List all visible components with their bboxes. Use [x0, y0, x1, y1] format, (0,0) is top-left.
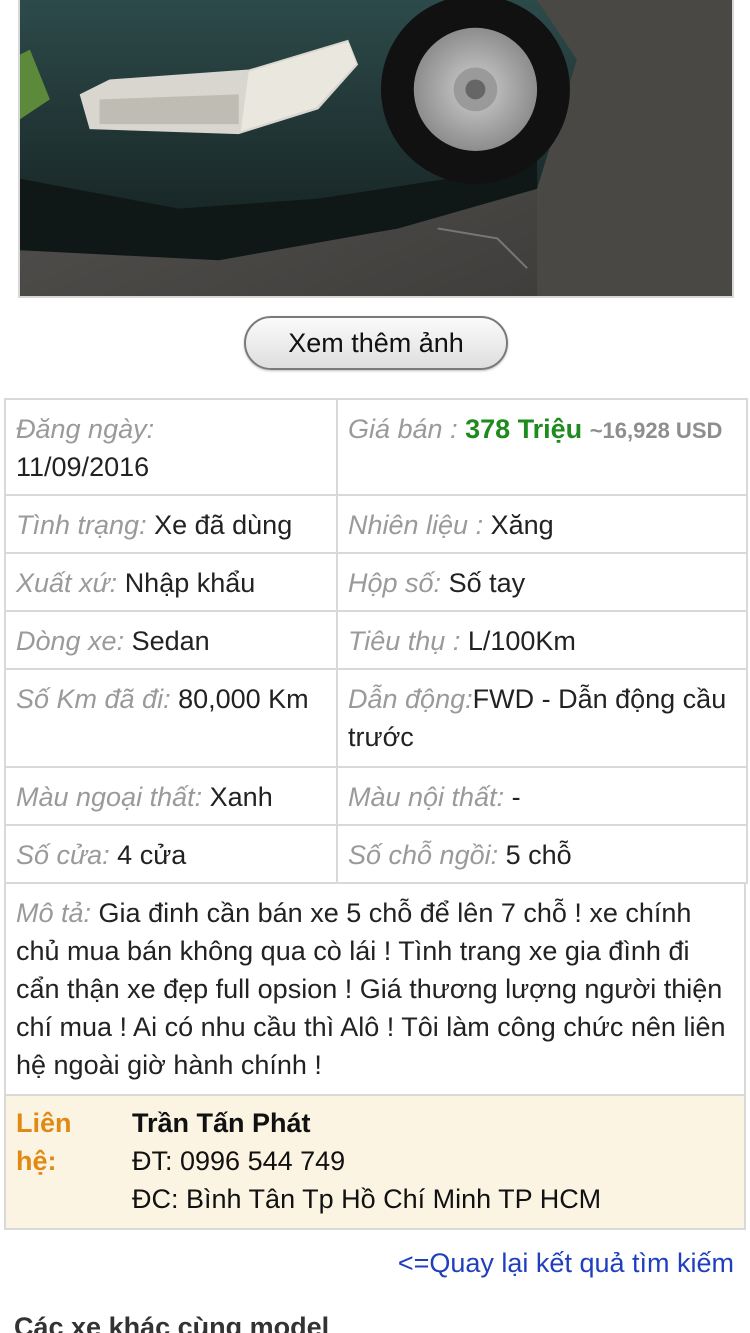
contact-address: ĐC: Bình Tân Tp Hồ Chí Minh TP HCM	[132, 1184, 602, 1214]
doors-label: Số cửa:	[16, 840, 110, 870]
car-photo[interactable]	[18, 0, 734, 298]
table-row: Tình trạng: Xe đã dùng Nhiên liệu : Xăng	[4, 494, 748, 554]
price-value: 378 Triệu	[465, 414, 583, 444]
origin-label: Xuất xứ:	[16, 568, 118, 598]
description-label: Mô tả:	[16, 898, 92, 928]
condition-value: Xe đã dùng	[154, 510, 293, 540]
condition-cell: Tình trạng: Xe đã dùng	[4, 494, 338, 554]
posted-date-cell: Đăng ngày: 11/09/2016	[4, 398, 338, 496]
body-type-label: Dòng xe:	[16, 626, 125, 656]
interior-color-label: Màu nội thất:	[348, 782, 505, 812]
car-photo-image	[20, 0, 732, 296]
origin-cell: Xuất xứ: Nhập khẩu	[4, 552, 338, 612]
specs-table: Đăng ngày: 11/09/2016 Giá bán : 378 Triệ…	[4, 398, 748, 884]
more-photos-button[interactable]: Xem thêm ảnh	[244, 316, 508, 370]
gearbox-label: Hộp số:	[348, 568, 442, 598]
gearbox-cell: Hộp số: Số tay	[336, 552, 748, 612]
table-row: Số Km đã đi: 80,000 Km Dẫn động:FWD - Dẫ…	[4, 668, 748, 768]
gearbox-value: Số tay	[448, 568, 526, 598]
mileage-cell: Số Km đã đi: 80,000 Km	[4, 668, 338, 768]
seats-label: Số chỗ ngồi:	[348, 840, 499, 870]
condition-label: Tình trạng:	[16, 510, 147, 540]
drive-cell: Dẫn động:FWD - Dẫn động cầu trước	[336, 668, 748, 768]
description-text: Gia đinh cần bán xe 5 chỗ để lên 7 chỗ !…	[16, 898, 726, 1080]
other-models-heading: Các xe khác cùng model	[14, 1312, 330, 1333]
fuel-label: Nhiên liệu :	[348, 510, 484, 540]
table-row: Số cửa: 4 cửa Số chỗ ngồi: 5 chỗ	[4, 824, 748, 884]
contact-info: Trần Tấn Phát ĐT: 0996 544 749 ĐC: Bình …	[132, 1104, 601, 1218]
drive-label: Dẫn động:	[348, 684, 473, 714]
consumption-value: L/100Km	[467, 626, 576, 656]
posted-date-value: 11/09/2016	[16, 452, 150, 482]
posted-date-label: Đăng ngày:	[16, 414, 155, 444]
price-label: Giá bán :	[348, 414, 458, 444]
price-cell: Giá bán : 378 Triệu ~16,928 USD	[336, 398, 748, 496]
seats-value: 5 chỗ	[505, 840, 572, 870]
table-row: Dòng xe: Sedan Tiêu thụ : L/100Km	[4, 610, 748, 670]
table-row: Xuất xứ: Nhập khẩu Hộp số: Số tay	[4, 552, 748, 612]
fuel-value: Xăng	[490, 510, 554, 540]
contact-block: Liên hệ: Trần Tấn Phát ĐT: 0996 544 749 …	[4, 1096, 746, 1230]
exterior-color-cell: Màu ngoại thất: Xanh	[4, 766, 338, 826]
description-block: Mô tả: Gia đinh cần bán xe 5 chỗ để lên …	[4, 884, 746, 1096]
fuel-cell: Nhiên liệu : Xăng	[336, 494, 748, 554]
exterior-color-label: Màu ngoại thất:	[16, 782, 203, 812]
contact-label: Liên hệ:	[16, 1108, 72, 1176]
doors-value: 4 cửa	[117, 840, 187, 870]
seats-cell: Số chỗ ngồi: 5 chỗ	[336, 824, 748, 884]
mileage-label: Số Km đã đi:	[16, 684, 171, 714]
consumption-cell: Tiêu thụ : L/100Km	[336, 610, 748, 670]
contact-name: Trần Tấn Phát	[132, 1108, 311, 1138]
consumption-label: Tiêu thụ :	[348, 626, 461, 656]
interior-color-cell: Màu nội thất: -	[336, 766, 748, 826]
back-to-results-link[interactable]: <=Quay lại kết quả tìm kiếm	[398, 1244, 734, 1282]
body-type-value: Sedan	[131, 626, 210, 656]
contact-phone[interactable]: ĐT: 0996 544 749	[132, 1142, 601, 1180]
mileage-value: 80,000 Km	[178, 684, 309, 714]
doors-cell: Số cửa: 4 cửa	[4, 824, 338, 884]
table-row: Đăng ngày: 11/09/2016 Giá bán : 378 Triệ…	[4, 398, 748, 496]
price-usd: ~16,928 USD	[589, 418, 723, 443]
origin-value: Nhập khẩu	[124, 568, 256, 598]
interior-color-value: -	[511, 782, 521, 812]
exterior-color-value: Xanh	[209, 782, 273, 812]
body-type-cell: Dòng xe: Sedan	[4, 610, 338, 670]
table-row: Màu ngoại thất: Xanh Màu nội thất: -	[4, 766, 748, 826]
